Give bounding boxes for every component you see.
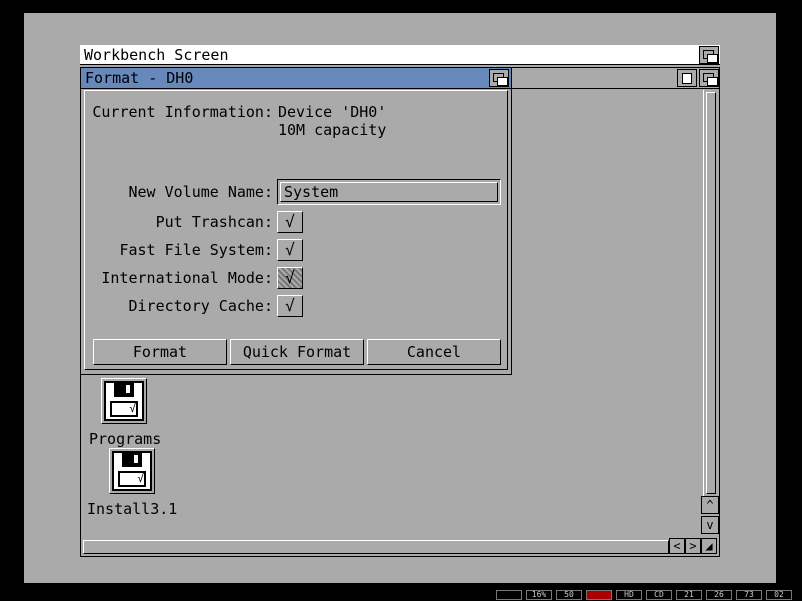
capacity-info: 10M capacity	[278, 121, 387, 139]
disk-icon: √	[101, 378, 147, 424]
zoom-gadget-icon[interactable]	[677, 69, 697, 87]
volume-name-input[interactable]: System	[280, 182, 498, 202]
disk-icon: √	[109, 448, 155, 494]
current-info-label: Current Information:	[92, 103, 273, 121]
volume-name-label: New Volume Name:	[128, 183, 274, 201]
format-depth-gadget-icon[interactable]	[489, 69, 509, 87]
status-power-led	[586, 590, 612, 600]
international-mode-checkbox: √	[277, 267, 303, 289]
vertical-scrollbar[interactable]	[703, 90, 718, 496]
install-drawer-icon[interactable]: √ Install3.1	[87, 448, 177, 518]
scroll-down-arrow-icon[interactable]: v	[701, 516, 719, 534]
ffs-checkbox[interactable]: √	[277, 239, 303, 261]
icon-label: Programs	[89, 430, 162, 448]
format-window-title-bar[interactable]: Format - DH0	[81, 68, 511, 89]
format-window: Format - DH0 Current Information: Device…	[80, 67, 512, 375]
scroll-right-arrow-icon[interactable]: >	[685, 538, 701, 554]
programs-drawer-icon[interactable]: √ Programs	[89, 378, 162, 448]
status-cd-led: CD	[646, 590, 672, 600]
window-depth-gadget-icon[interactable]	[699, 69, 719, 87]
cancel-button[interactable]: Cancel	[367, 339, 501, 365]
status-cpu-usage: 16%	[526, 590, 552, 600]
volume-name-field[interactable]: System	[277, 179, 501, 205]
status-df3: 02	[766, 590, 792, 600]
status-led-blank	[496, 590, 522, 600]
status-hd-led: HD	[616, 590, 642, 600]
vertical-scroll-knob[interactable]	[706, 92, 716, 494]
format-button[interactable]: Format	[93, 339, 227, 365]
device-info: Device 'DH0'	[278, 103, 387, 121]
window-resize-icon[interactable]: ◢	[701, 538, 717, 554]
directory-cache-checkbox[interactable]: √	[277, 295, 303, 317]
status-fps: 50	[556, 590, 582, 600]
international-mode-label: International Mode:	[101, 269, 273, 287]
ffs-label: Fast File System:	[119, 241, 273, 259]
status-df1: 26	[706, 590, 732, 600]
scroll-left-arrow-icon[interactable]: <	[669, 538, 685, 554]
screen-title-bar: Workbench Screen	[80, 45, 720, 65]
status-df0: 21	[676, 590, 702, 600]
directory-cache-label: Directory Cache:	[128, 297, 274, 315]
icon-label: Install3.1	[87, 500, 178, 518]
horizontal-scrollbar[interactable]	[83, 540, 669, 554]
quick-format-button[interactable]: Quick Format	[230, 339, 364, 365]
scroll-up-arrow-icon[interactable]: ^	[701, 496, 719, 514]
format-window-body: Current Information: Device 'DH0' 10M ca…	[84, 90, 508, 370]
screen-depth-gadget-icon[interactable]	[699, 46, 719, 64]
trashcan-checkbox[interactable]: √	[277, 211, 303, 233]
trashcan-label: Put Trashcan:	[155, 213, 273, 231]
format-window-title: Format - DH0	[85, 69, 194, 87]
screen-title: Workbench Screen	[84, 46, 229, 64]
status-df2: 73	[736, 590, 762, 600]
